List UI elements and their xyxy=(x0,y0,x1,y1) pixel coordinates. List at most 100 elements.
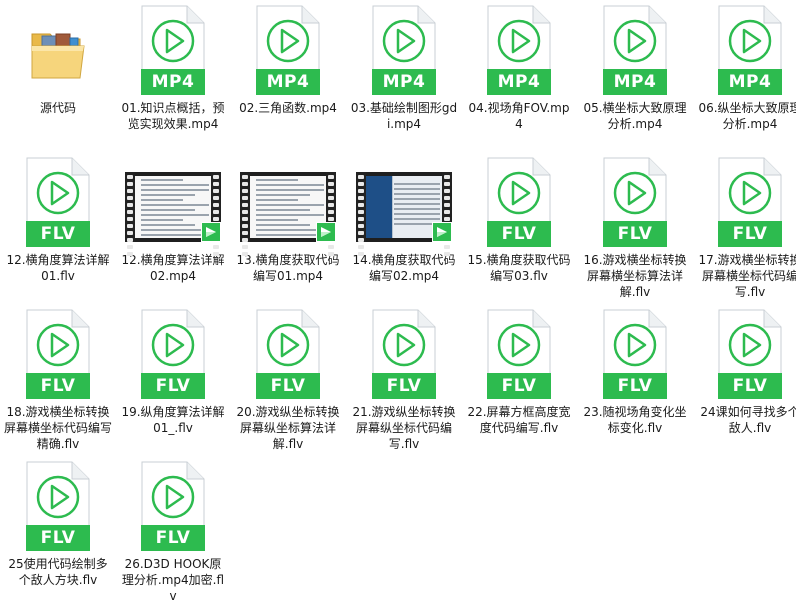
file-icon-area: FLV xyxy=(471,306,567,402)
file-item[interactable]: FLV 24课如何寻找多个敌人.flv xyxy=(695,306,796,436)
file-name-label: 23.随视场角变化坐标变化.flv xyxy=(583,405,687,435)
file-item[interactable]: MP4 02.三角函数.mp4 xyxy=(233,2,343,116)
file-icon-area: FLV xyxy=(356,306,452,402)
file-type-badge: MP4 xyxy=(718,69,782,95)
file-item[interactable]: FLV 22.屏幕方框高度宽度代码编写.flv xyxy=(464,306,574,436)
play-badge-icon xyxy=(432,222,452,242)
file-name-label: 20.游戏纵坐标转换屏幕纵坐标算法详解.flv xyxy=(236,405,340,451)
file-item[interactable]: FLV 21.游戏纵坐标转换屏幕纵坐标代码编写.flv xyxy=(349,306,459,452)
file-item[interactable]: FLV 18.游戏横坐标转换屏幕横坐标代码编写精确.flv xyxy=(3,306,113,452)
video-thumbnail-icon xyxy=(125,172,221,256)
flv-file-icon: FLV xyxy=(141,461,205,551)
file-type-badge: FLV xyxy=(141,373,205,399)
file-name-label: 26.D3D HOOK原理分析.mp4加密.flv xyxy=(121,557,225,603)
file-icon-area: MP4 xyxy=(240,2,336,98)
file-type-badge: MP4 xyxy=(256,69,320,95)
file-icon-area: MP4 xyxy=(587,2,683,98)
flv-file-icon: FLV xyxy=(372,309,436,399)
file-icon-area: FLV xyxy=(10,154,106,250)
flv-file-icon: FLV xyxy=(26,309,90,399)
flv-file-icon: FLV xyxy=(26,157,90,247)
mp4-file-icon: MP4 xyxy=(372,5,436,95)
play-badge-icon xyxy=(316,222,336,242)
file-item[interactable]: 源代码 xyxy=(3,2,113,116)
file-item[interactable]: 12.横角度算法详解02.mp4 xyxy=(118,154,228,284)
file-icon-area xyxy=(356,154,452,256)
file-type-badge: FLV xyxy=(26,221,90,247)
file-grid: 源代码 MP4 01.知识点概括，预览实现效果.mp4 MP4 02.三角函数.mp4 M… xyxy=(0,0,796,612)
file-type-badge: FLV xyxy=(26,525,90,551)
file-name-label: 01.知识点概括，预览实现效果.mp4 xyxy=(121,101,225,131)
video-thumbnail-icon xyxy=(240,172,336,256)
file-name-label: 16.游戏横坐标转换屏幕横坐标算法详解.flv xyxy=(583,253,687,299)
flv-file-icon: FLV xyxy=(487,309,551,399)
mp4-file-icon: MP4 xyxy=(718,5,782,95)
file-item[interactable]: 14.横角度获取代码编写02.mp4 xyxy=(349,154,459,284)
mp4-file-icon: MP4 xyxy=(141,5,205,95)
file-name-label: 17.游戏横坐标转换屏幕横坐标代码编写.flv xyxy=(698,253,796,299)
file-icon-area: FLV xyxy=(10,306,106,402)
file-name-label: 14.横角度获取代码编写02.mp4 xyxy=(352,253,456,283)
file-name-label: 02.三角函数.mp4 xyxy=(239,101,337,115)
file-type-badge: FLV xyxy=(718,373,782,399)
file-icon-area xyxy=(125,154,221,256)
file-type-badge: MP4 xyxy=(487,69,551,95)
flv-file-icon: FLV xyxy=(603,309,667,399)
file-item[interactable]: MP4 06.纵坐标大致原理分析.mp4 xyxy=(695,2,796,132)
file-icon-area: FLV xyxy=(702,306,796,402)
flv-file-icon: FLV xyxy=(256,309,320,399)
file-item[interactable]: FLV 19.纵角度算法详解01_.flv xyxy=(118,306,228,436)
file-item[interactable]: FLV 20.游戏纵坐标转换屏幕纵坐标算法详解.flv xyxy=(233,306,343,452)
file-name-label: 12.横角度算法详解02.mp4 xyxy=(121,253,225,283)
flv-file-icon: FLV xyxy=(718,157,782,247)
file-item[interactable]: MP4 03.基础绘制图形gdi.mp4 xyxy=(349,2,459,132)
file-item[interactable]: 13.横角度获取代码编写01.mp4 xyxy=(233,154,343,284)
file-name-label: 源代码 xyxy=(39,101,76,115)
file-icon-area: FLV xyxy=(125,306,221,402)
mp4-file-icon: MP4 xyxy=(487,5,551,95)
file-icon-area xyxy=(10,2,106,98)
file-type-badge: FLV xyxy=(141,525,205,551)
file-type-badge: MP4 xyxy=(141,69,205,95)
folder-icon xyxy=(28,24,88,84)
file-item[interactable]: MP4 01.知识点概括，预览实现效果.mp4 xyxy=(118,2,228,132)
file-icon-area: MP4 xyxy=(125,2,221,98)
flv-file-icon: FLV xyxy=(718,309,782,399)
file-item[interactable]: FLV 16.游戏横坐标转换屏幕横坐标算法详解.flv xyxy=(580,154,690,300)
file-type-badge: FLV xyxy=(372,373,436,399)
file-name-label: 04.视场角FOV.mp4 xyxy=(468,101,570,131)
file-type-badge: FLV xyxy=(718,221,782,247)
file-icon-area xyxy=(240,154,336,256)
file-name-label: 18.游戏横坐标转换屏幕横坐标代码编写精确.flv xyxy=(4,405,113,451)
flv-file-icon: FLV xyxy=(603,157,667,247)
file-item[interactable]: FLV 25使用代码绘制多个敌人方块.flv xyxy=(3,458,113,588)
file-name-label: 03.基础绘制图形gdi.mp4 xyxy=(350,101,458,131)
file-name-label: 25使用代码绘制多个敌人方块.flv xyxy=(8,557,108,587)
file-name-label: 06.纵坐标大致原理分析.mp4 xyxy=(698,101,796,131)
file-item[interactable]: FLV 17.游戏横坐标转换屏幕横坐标代码编写.flv xyxy=(695,154,796,300)
file-icon-area: FLV xyxy=(471,154,567,250)
file-icon-area: MP4 xyxy=(471,2,567,98)
file-item[interactable]: FLV 23.随视场角变化坐标变化.flv xyxy=(580,306,690,436)
file-name-label: 22.屏幕方框高度宽度代码编写.flv xyxy=(467,405,571,435)
flv-file-icon: FLV xyxy=(141,309,205,399)
play-badge-icon xyxy=(201,222,221,242)
file-name-label: 12.横角度算法详解01.flv xyxy=(6,253,110,283)
file-item[interactable]: FLV 12.横角度算法详解01.flv xyxy=(3,154,113,284)
file-icon-area: FLV xyxy=(702,154,796,250)
file-icon-area: FLV xyxy=(240,306,336,402)
file-icon-area: FLV xyxy=(587,306,683,402)
file-name-label: 24课如何寻找多个敌人.flv xyxy=(700,405,796,435)
file-item[interactable]: FLV 15.横角度获取代码编写03.flv xyxy=(464,154,574,284)
file-item[interactable]: MP4 05.横坐标大致原理分析.mp4 xyxy=(580,2,690,132)
file-type-badge: MP4 xyxy=(372,69,436,95)
file-type-badge: FLV xyxy=(603,221,667,247)
file-item[interactable]: MP4 04.视场角FOV.mp4 xyxy=(464,2,574,132)
file-type-badge: FLV xyxy=(26,373,90,399)
file-icon-area: FLV xyxy=(587,154,683,250)
mp4-file-icon: MP4 xyxy=(603,5,667,95)
file-item[interactable]: FLV 26.D3D HOOK原理分析.mp4加密.flv xyxy=(118,458,228,604)
file-icon-area: FLV xyxy=(125,458,221,554)
file-name-label: 05.横坐标大致原理分析.mp4 xyxy=(583,101,687,131)
flv-file-icon: FLV xyxy=(487,157,551,247)
